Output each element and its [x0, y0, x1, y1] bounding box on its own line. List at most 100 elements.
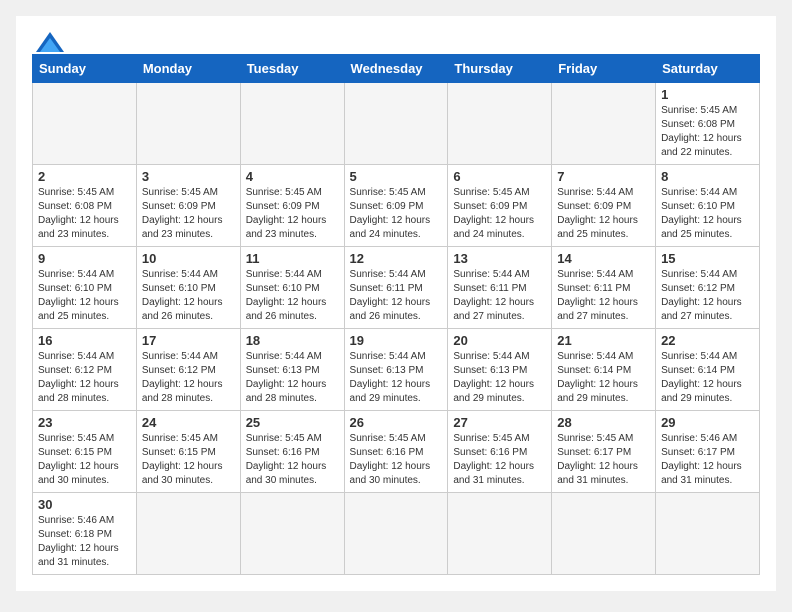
page: SundayMondayTuesdayWednesdayThursdayFrid… — [16, 16, 776, 591]
calendar-header-sunday: Sunday — [33, 55, 137, 83]
day-number: 21 — [557, 333, 650, 348]
day-number: 19 — [350, 333, 443, 348]
calendar-cell — [344, 493, 448, 575]
day-info: Sunrise: 5:45 AM Sunset: 6:17 PM Dayligh… — [557, 432, 650, 488]
day-number: 17 — [142, 333, 235, 348]
calendar-cell: 18 Sunrise: 5:44 AM Sunset: 6:13 PM Dayli… — [240, 329, 344, 411]
day-info: Sunrise: 5:45 AM Sunset: 6:16 PM Dayligh… — [453, 432, 546, 488]
day-info: Sunrise: 5:44 AM Sunset: 6:14 PM Dayligh… — [661, 350, 754, 406]
calendar-cell — [240, 493, 344, 575]
day-number: 3 — [142, 169, 235, 184]
day-number: 2 — [38, 169, 131, 184]
calendar-cell: 11 Sunrise: 5:44 AM Sunset: 6:10 PM Dayli… — [240, 247, 344, 329]
day-info: Sunrise: 5:44 AM Sunset: 6:13 PM Dayligh… — [453, 350, 546, 406]
day-info: Sunrise: 5:44 AM Sunset: 6:09 PM Dayligh… — [557, 186, 650, 242]
day-number: 10 — [142, 251, 235, 266]
calendar-cell — [656, 493, 760, 575]
calendar-header-thursday: Thursday — [448, 55, 552, 83]
day-info: Sunrise: 5:44 AM Sunset: 6:14 PM Dayligh… — [557, 350, 650, 406]
calendar-cell — [33, 83, 137, 165]
calendar-cell: 19 Sunrise: 5:44 AM Sunset: 6:13 PM Dayli… — [344, 329, 448, 411]
day-info: Sunrise: 5:45 AM Sunset: 6:15 PM Dayligh… — [38, 432, 131, 488]
calendar-cell: 13Sunrise: 5:44 AM Sunset: 6:11 PM Dayli… — [448, 247, 552, 329]
calendar-week-5: 30Sunrise: 5:46 AM Sunset: 6:18 PM Dayli… — [33, 493, 760, 575]
calendar-cell: 4 Sunrise: 5:45 AM Sunset: 6:09 PM Daylig… — [240, 165, 344, 247]
calendar-cell: 30Sunrise: 5:46 AM Sunset: 6:18 PM Dayli… — [33, 493, 137, 575]
day-info: Sunrise: 5:45 AM Sunset: 6:09 PM Dayligh… — [142, 186, 235, 242]
calendar-cell: 26Sunrise: 5:45 AM Sunset: 6:16 PM Dayli… — [344, 411, 448, 493]
day-number: 9 — [38, 251, 131, 266]
calendar-week-4: 23 Sunrise: 5:45 AM Sunset: 6:15 PM Dayli… — [33, 411, 760, 493]
calendar-cell: 2 Sunrise: 5:45 AM Sunset: 6:08 PM Daylig… — [33, 165, 137, 247]
calendar-cell: 25Sunrise: 5:45 AM Sunset: 6:16 PM Dayli… — [240, 411, 344, 493]
calendar-week-2: 9 Sunrise: 5:44 AM Sunset: 6:10 PM Daylig… — [33, 247, 760, 329]
day-info: Sunrise: 5:44 AM Sunset: 6:13 PM Dayligh… — [246, 350, 339, 406]
calendar-week-3: 16 Sunrise: 5:44 AM Sunset: 6:12 PM Dayli… — [33, 329, 760, 411]
calendar-header-tuesday: Tuesday — [240, 55, 344, 83]
calendar-cell — [448, 83, 552, 165]
calendar-header-wednesday: Wednesday — [344, 55, 448, 83]
day-info: Sunrise: 5:44 AM Sunset: 6:10 PM Dayligh… — [142, 268, 235, 324]
day-number: 20 — [453, 333, 546, 348]
calendar-cell: 24 Sunrise: 5:45 AM Sunset: 6:15 PM Dayli… — [136, 411, 240, 493]
day-info: Sunrise: 5:44 AM Sunset: 6:10 PM Dayligh… — [246, 268, 339, 324]
calendar-cell — [552, 83, 656, 165]
day-info: Sunrise: 5:45 AM Sunset: 6:15 PM Dayligh… — [142, 432, 235, 488]
day-info: Sunrise: 5:44 AM Sunset: 6:10 PM Dayligh… — [661, 186, 754, 242]
day-number: 12 — [350, 251, 443, 266]
logo — [32, 32, 64, 46]
calendar-cell: 10 Sunrise: 5:44 AM Sunset: 6:10 PM Dayli… — [136, 247, 240, 329]
calendar-header-saturday: Saturday — [656, 55, 760, 83]
day-number: 6 — [453, 169, 546, 184]
calendar-cell: 6Sunrise: 5:45 AM Sunset: 6:09 PM Daylig… — [448, 165, 552, 247]
day-info: Sunrise: 5:44 AM Sunset: 6:12 PM Dayligh… — [661, 268, 754, 324]
calendar-cell: 21 Sunrise: 5:44 AM Sunset: 6:14 PM Dayli… — [552, 329, 656, 411]
header — [32, 32, 760, 46]
day-number: 11 — [246, 251, 339, 266]
calendar-cell — [136, 493, 240, 575]
calendar-cell: 12 Sunrise: 5:44 AM Sunset: 6:11 PM Dayli… — [344, 247, 448, 329]
calendar-cell: 28Sunrise: 5:45 AM Sunset: 6:17 PM Dayli… — [552, 411, 656, 493]
calendar-cell: 8Sunrise: 5:44 AM Sunset: 6:10 PM Daylig… — [656, 165, 760, 247]
day-number: 29 — [661, 415, 754, 430]
day-number: 24 — [142, 415, 235, 430]
calendar-cell: 27Sunrise: 5:45 AM Sunset: 6:16 PM Dayli… — [448, 411, 552, 493]
calendar-cell: 22 Sunrise: 5:44 AM Sunset: 6:14 PM Dayli… — [656, 329, 760, 411]
day-info: Sunrise: 5:46 AM Sunset: 6:18 PM Dayligh… — [38, 514, 131, 570]
calendar-week-0: 1Sunrise: 5:45 AM Sunset: 6:08 PM Daylig… — [33, 83, 760, 165]
calendar-week-1: 2 Sunrise: 5:45 AM Sunset: 6:08 PM Daylig… — [33, 165, 760, 247]
day-info: Sunrise: 5:46 AM Sunset: 6:17 PM Dayligh… — [661, 432, 754, 488]
day-number: 23 — [38, 415, 131, 430]
calendar-cell: 1Sunrise: 5:45 AM Sunset: 6:08 PM Daylig… — [656, 83, 760, 165]
day-number: 16 — [38, 333, 131, 348]
calendar-cell — [240, 83, 344, 165]
day-number: 5 — [350, 169, 443, 184]
day-number: 15 — [661, 251, 754, 266]
day-info: Sunrise: 5:45 AM Sunset: 6:09 PM Dayligh… — [246, 186, 339, 242]
day-number: 4 — [246, 169, 339, 184]
day-info: Sunrise: 5:44 AM Sunset: 6:12 PM Dayligh… — [38, 350, 131, 406]
day-info: Sunrise: 5:45 AM Sunset: 6:09 PM Dayligh… — [350, 186, 443, 242]
day-info: Sunrise: 5:44 AM Sunset: 6:11 PM Dayligh… — [557, 268, 650, 324]
day-number: 7 — [557, 169, 650, 184]
day-info: Sunrise: 5:44 AM Sunset: 6:11 PM Dayligh… — [350, 268, 443, 324]
calendar-cell — [448, 493, 552, 575]
day-number: 18 — [246, 333, 339, 348]
day-info: Sunrise: 5:45 AM Sunset: 6:08 PM Dayligh… — [38, 186, 131, 242]
calendar-cell: 14 Sunrise: 5:44 AM Sunset: 6:11 PM Dayli… — [552, 247, 656, 329]
calendar-cell: 23 Sunrise: 5:45 AM Sunset: 6:15 PM Dayli… — [33, 411, 137, 493]
day-number: 25 — [246, 415, 339, 430]
calendar-cell: 3 Sunrise: 5:45 AM Sunset: 6:09 PM Daylig… — [136, 165, 240, 247]
day-number: 22 — [661, 333, 754, 348]
day-info: Sunrise: 5:44 AM Sunset: 6:10 PM Dayligh… — [38, 268, 131, 324]
calendar-cell — [552, 493, 656, 575]
calendar-cell: 16 Sunrise: 5:44 AM Sunset: 6:12 PM Dayli… — [33, 329, 137, 411]
day-info: Sunrise: 5:44 AM Sunset: 6:11 PM Dayligh… — [453, 268, 546, 324]
day-number: 14 — [557, 251, 650, 266]
calendar-cell — [136, 83, 240, 165]
calendar-cell: 9 Sunrise: 5:44 AM Sunset: 6:10 PM Daylig… — [33, 247, 137, 329]
day-info: Sunrise: 5:44 AM Sunset: 6:13 PM Dayligh… — [350, 350, 443, 406]
calendar-header-friday: Friday — [552, 55, 656, 83]
logo-icon — [36, 32, 64, 52]
day-number: 26 — [350, 415, 443, 430]
